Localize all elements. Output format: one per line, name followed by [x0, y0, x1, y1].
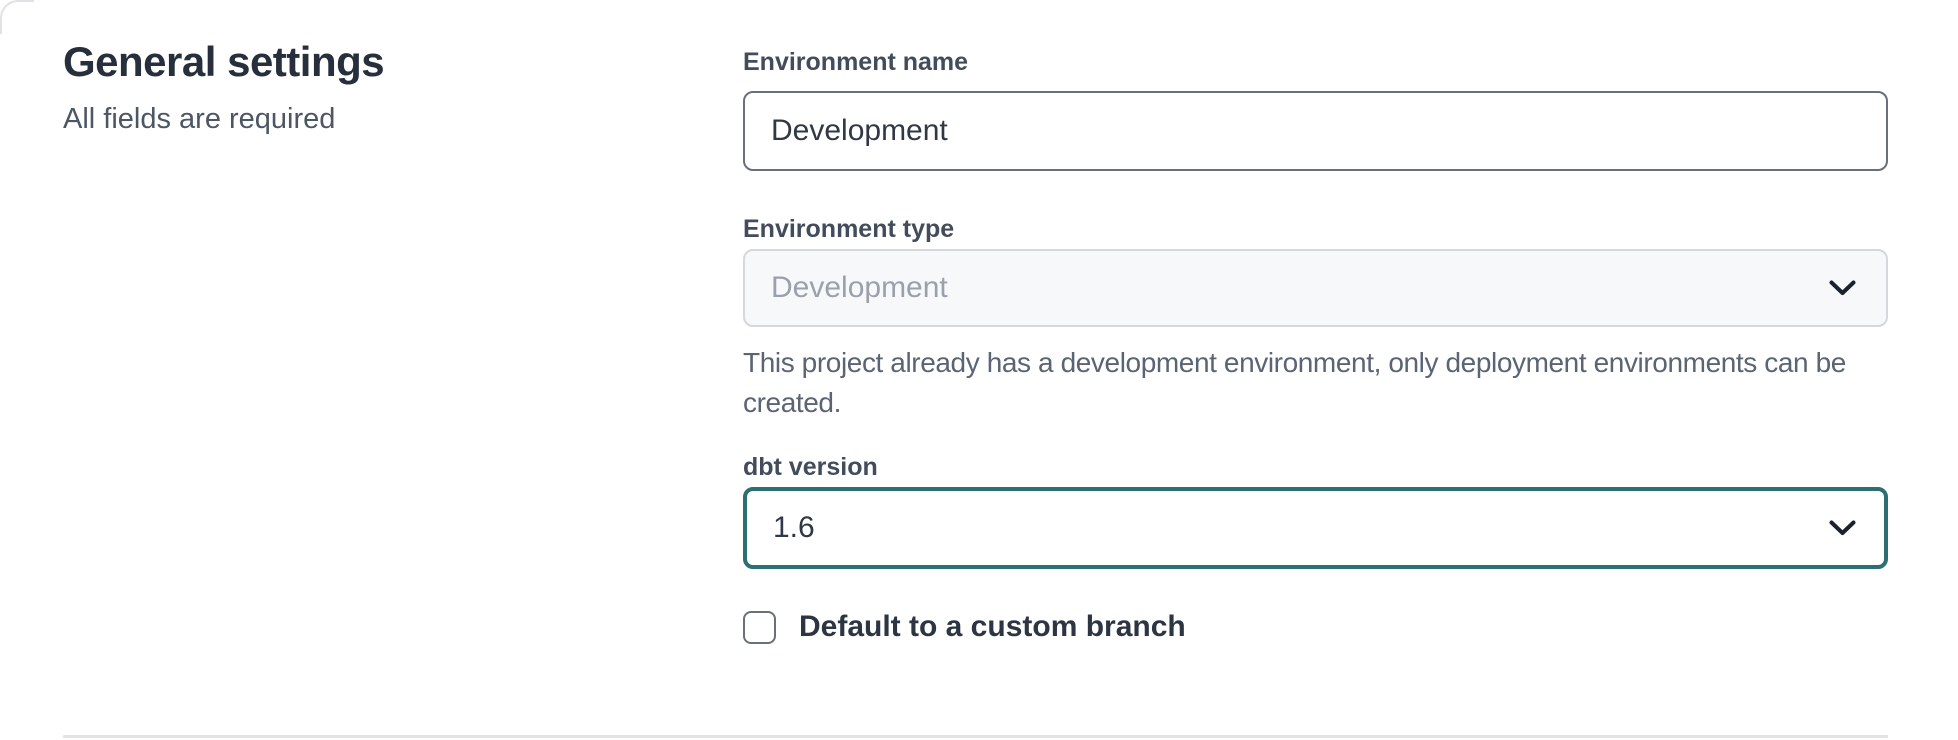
dbt-version-select[interactable]: 1.6	[743, 487, 1888, 569]
custom-branch-row: Default to a custom branch	[743, 609, 1888, 645]
chevron-down-icon	[1829, 520, 1856, 536]
settings-intro: General settings All fields are required	[63, 36, 384, 138]
page-subtitle: All fields are required	[63, 101, 384, 139]
environment-settings-page: General settings All fields are required…	[0, 0, 1958, 740]
dbt-version-label: dbt version	[743, 453, 1888, 481]
environment-type-helper: This project already has a development e…	[743, 343, 1888, 423]
section-divider	[63, 735, 1888, 738]
page-title: General settings	[63, 36, 384, 89]
custom-branch-label[interactable]: Default to a custom branch	[799, 609, 1186, 645]
environment-settings-form: Environment name Environment type Develo…	[743, 0, 1888, 645]
dbt-version-value: 1.6	[773, 511, 815, 545]
chevron-down-icon	[1829, 280, 1856, 296]
custom-branch-checkbox[interactable]	[743, 611, 776, 644]
environment-name-input[interactable]	[743, 91, 1888, 171]
environment-type-select: Development	[743, 249, 1888, 327]
environment-type-label: Environment type	[743, 215, 1888, 243]
card-corner	[0, 0, 34, 34]
environment-name-label: Environment name	[743, 48, 1888, 76]
environment-type-value: Development	[771, 271, 948, 305]
